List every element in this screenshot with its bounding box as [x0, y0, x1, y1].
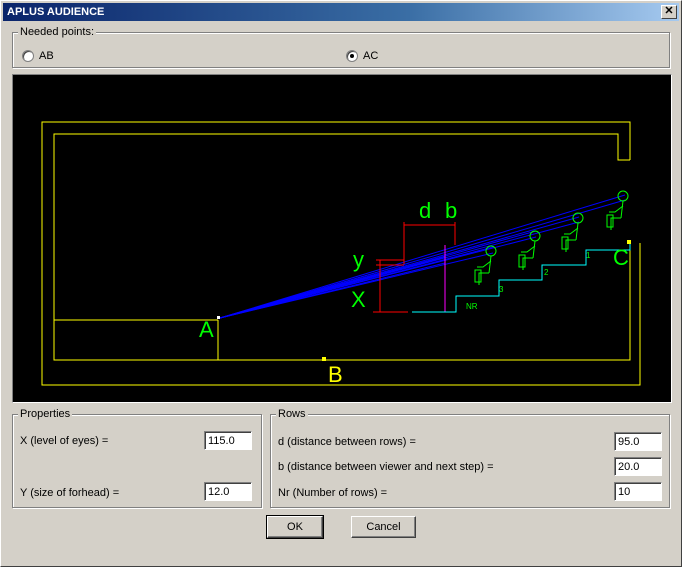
radio-ab-label: AB — [39, 50, 54, 62]
point-a-marker — [217, 316, 220, 319]
diagram-svg: A B C d b y X NR 3 2 1 — [41, 121, 641, 387]
sight-line — [219, 256, 446, 319]
x-eye-level-input[interactable] — [204, 431, 252, 450]
row-nr-label: NR — [466, 302, 478, 311]
b-distance-input[interactable] — [614, 457, 662, 476]
needed-points-group — [12, 32, 670, 68]
point-c-label: C — [613, 245, 629, 270]
b-distance-label: b (distance between viewer and next step… — [278, 461, 494, 473]
point-c-marker — [627, 240, 631, 244]
point-a-label: A — [199, 317, 214, 342]
dim-d-label: d — [419, 198, 431, 223]
row-1-label: 1 — [586, 251, 591, 260]
cancel-button[interactable]: Cancel — [351, 516, 416, 538]
radio-ac-indicator[interactable] — [346, 50, 358, 62]
seated-viewers — [474, 190, 629, 285]
room-inner-wall — [53, 133, 631, 361]
d-distance-label: d (distance between rows) = — [278, 436, 416, 448]
radio-ac[interactable]: AC — [346, 50, 378, 62]
radio-ab[interactable]: AB — [22, 50, 54, 62]
dim-x-label: X — [351, 287, 366, 312]
close-button[interactable]: ✕ — [661, 5, 677, 19]
radio-ab-indicator[interactable] — [22, 50, 34, 62]
room-outline — [41, 121, 641, 386]
audience-diagram: A B C d b y X NR 3 2 1 — [12, 74, 672, 403]
title-bar[interactable]: APLUS AUDIENCE ✕ — [3, 3, 679, 21]
sight-line — [219, 262, 446, 319]
close-icon: ✕ — [664, 5, 674, 17]
row-3-label: 3 — [499, 285, 504, 294]
audience-dialog: APLUS AUDIENCE ✕ Needed points: AB AC A … — [0, 0, 682, 567]
rows-label: Rows — [276, 408, 308, 420]
dim-b-label: b — [445, 198, 457, 223]
x-eye-level-label: X (level of eyes) = — [20, 435, 109, 447]
dimension-lines — [373, 222, 456, 313]
properties-label: Properties — [18, 408, 73, 420]
d-distance-input[interactable] — [614, 432, 662, 451]
point-b-label: B — [328, 362, 343, 387]
dim-y-label: y — [353, 247, 364, 272]
point-b-marker — [322, 357, 326, 361]
needed-points-label: Needed points: — [18, 26, 96, 38]
ok-button[interactable]: OK — [266, 515, 324, 539]
y-forehead-input[interactable] — [204, 482, 252, 501]
nr-rows-label: Nr (Number of rows) = — [278, 487, 388, 499]
y-forehead-label: Y (size of forhead) = — [20, 487, 120, 499]
sight-line — [219, 262, 410, 319]
window-title: APLUS AUDIENCE — [7, 6, 105, 18]
radio-ac-label: AC — [363, 50, 379, 62]
row-2-label: 2 — [544, 268, 549, 277]
room-outer-wall — [41, 121, 641, 386]
nr-rows-input[interactable] — [614, 482, 662, 501]
